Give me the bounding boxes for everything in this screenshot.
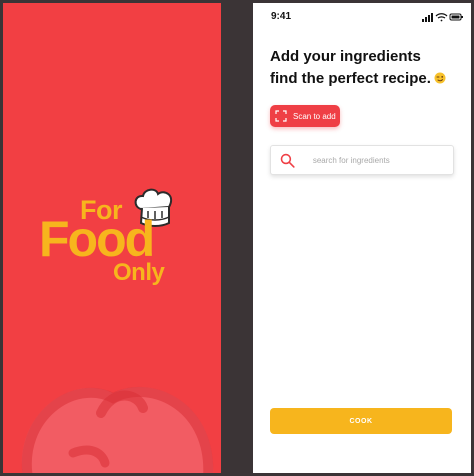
scan-to-add-button[interactable]: Scan to add bbox=[270, 105, 340, 127]
status-icons bbox=[422, 13, 463, 22]
signal-icon bbox=[422, 13, 433, 22]
brand-logo: For Food Only bbox=[3, 3, 221, 473]
title-line-1: Add your ingredients bbox=[270, 48, 421, 65]
scan-button-label: Scan to add bbox=[293, 111, 336, 121]
battery-icon bbox=[449, 13, 463, 21]
page-title: Add your ingredients find the perfect re… bbox=[270, 46, 470, 90]
search-input[interactable] bbox=[310, 154, 453, 166]
logo-word-food: Food bbox=[39, 211, 155, 267]
wifi-icon bbox=[435, 13, 448, 22]
title-line-2-text: find the perfect recipe. bbox=[270, 70, 431, 87]
ingredients-screen: 9:41 Add your ingredients find the perfe… bbox=[253, 3, 471, 473]
cook-button[interactable]: COOK bbox=[270, 408, 452, 434]
status-bar: 9:41 bbox=[253, 3, 471, 29]
scan-icon bbox=[275, 110, 287, 122]
logo-word-only: Only bbox=[113, 259, 165, 286]
search-icon bbox=[280, 153, 295, 168]
search-box[interactable] bbox=[270, 145, 454, 175]
title-line-2: find the perfect recipe. bbox=[270, 68, 470, 90]
status-time: 9:41 bbox=[271, 11, 292, 22]
splash-screen: For Food Only bbox=[3, 3, 221, 473]
wink-emoji-icon bbox=[434, 72, 446, 84]
